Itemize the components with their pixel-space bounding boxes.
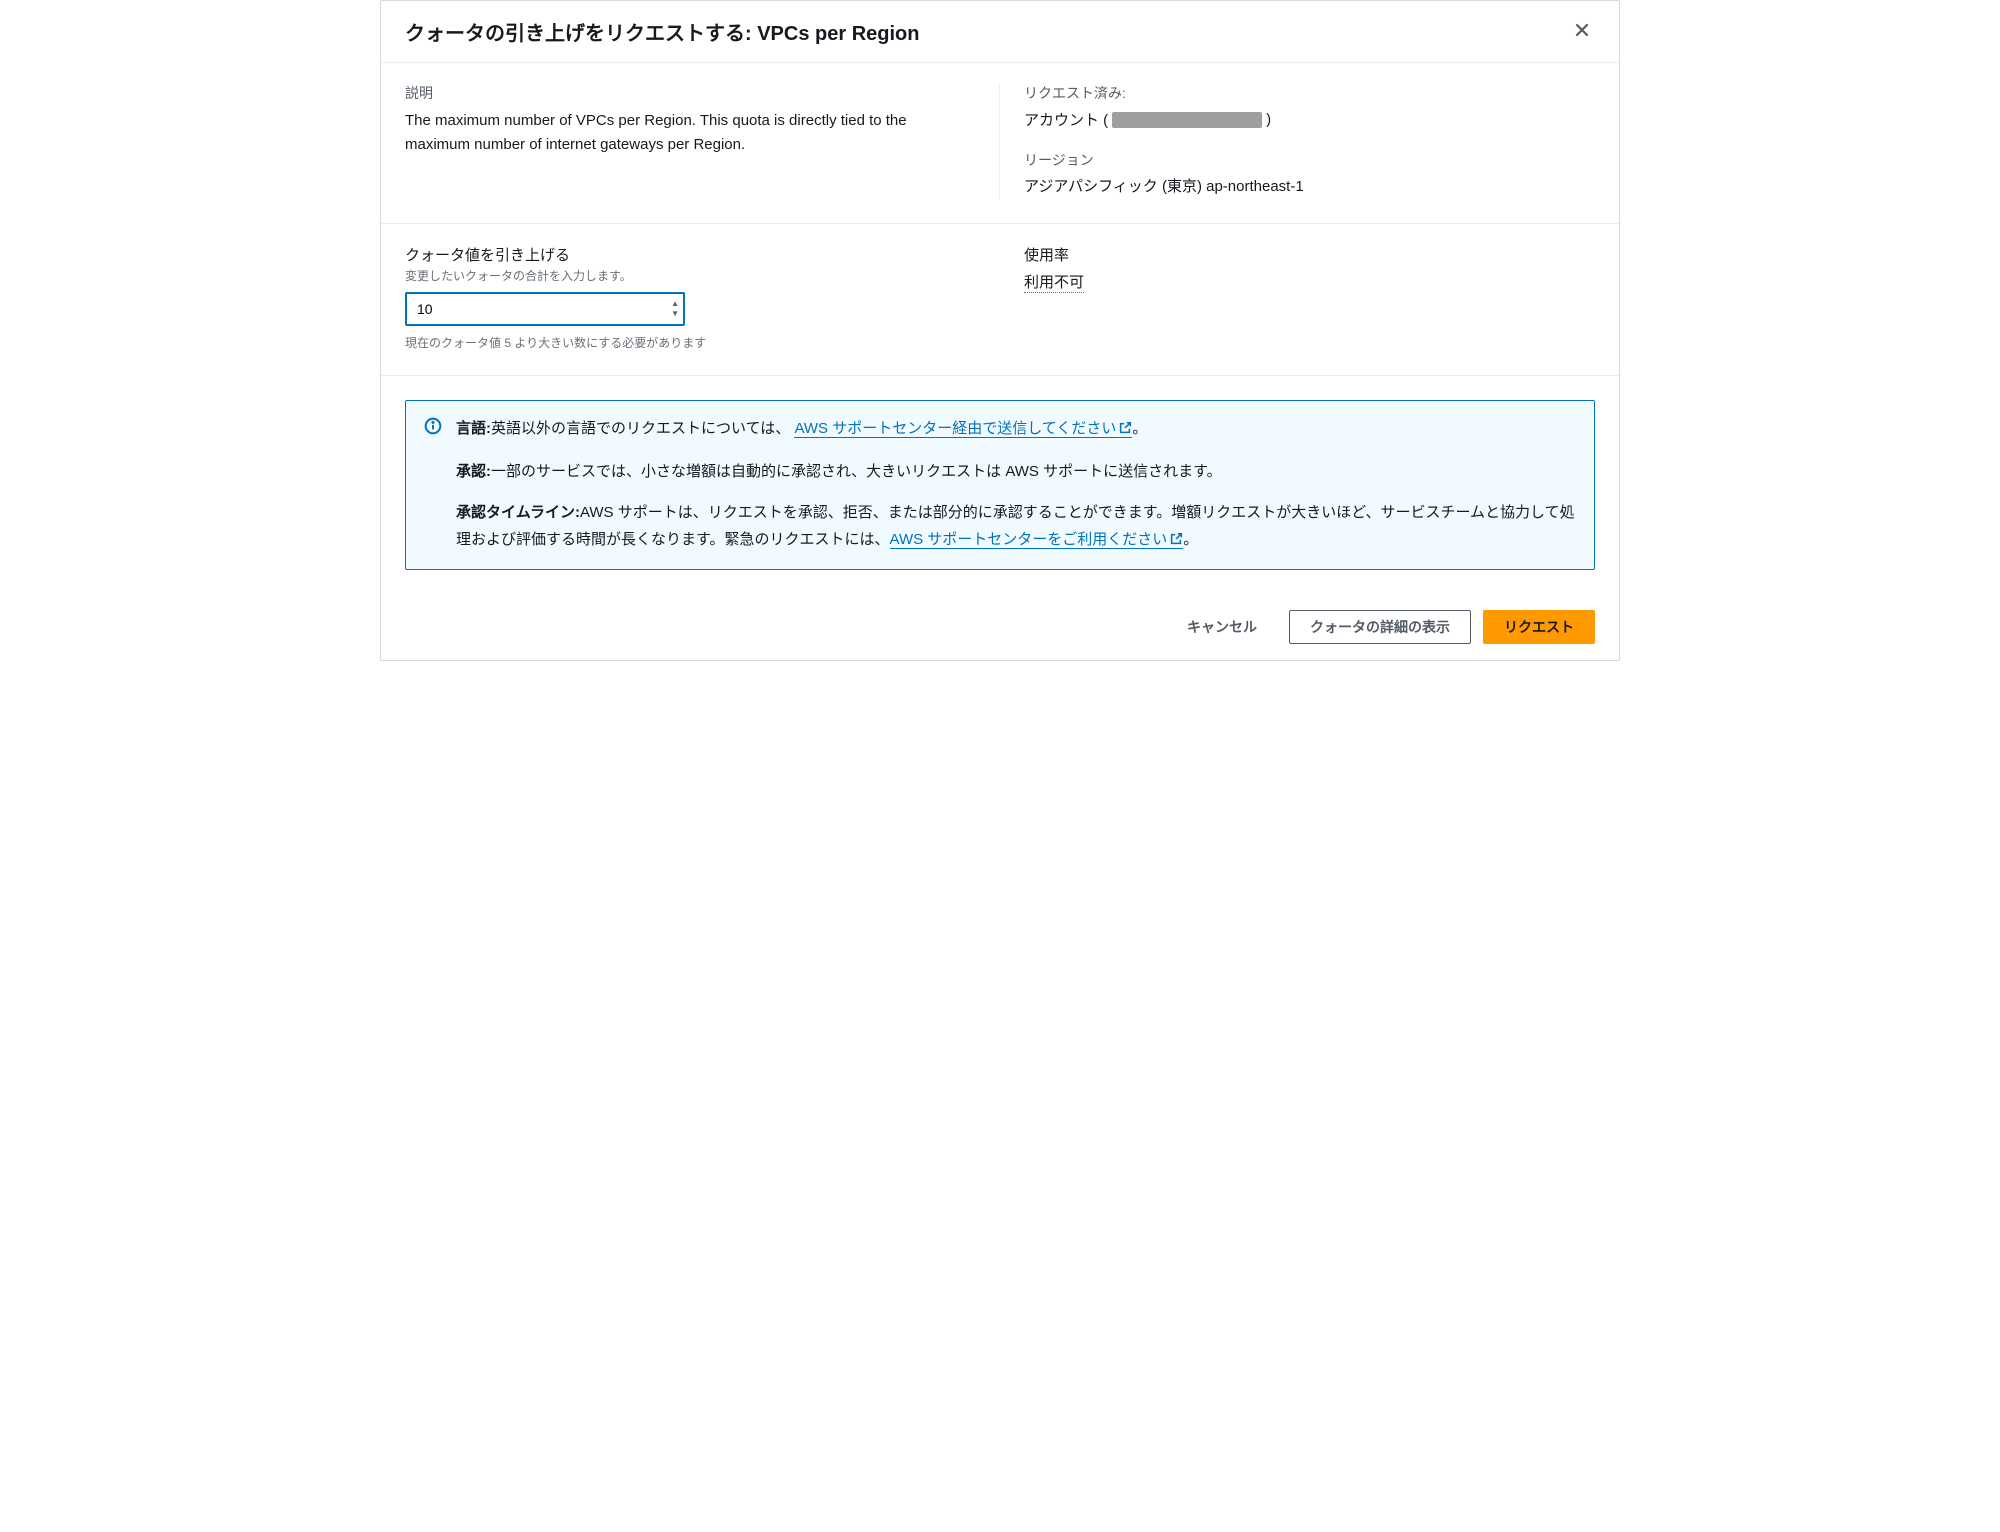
language-text: 英語以外の言語でのリクエストについては、 (491, 420, 790, 437)
modal-title: クォータの引き上げをリクエストする: VPCs per Region (405, 17, 919, 46)
view-details-button[interactable]: クォータの詳細の表示 (1289, 610, 1471, 644)
info-icon (424, 417, 442, 555)
request-meta-column: リクエスト済み: アカウント ( ) リージョン アジアパシフィック (東京) … (1000, 83, 1595, 199)
description-column: 説明 The maximum number of VPCs per Region… (405, 83, 1000, 199)
timeline-notice: 承認タイムライン:AWS サポートは、リクエストを承認、拒否、または部分的に承認… (456, 499, 1576, 555)
support-center-urgent-link[interactable]: AWS サポートセンターをご利用ください (890, 531, 1184, 549)
language-after: 。 (1132, 420, 1147, 437)
info-alert: 言語:英語以外の言語でのリクエストについては、 AWS サポートセンター経由で送… (405, 400, 1595, 570)
quota-value-input[interactable] (405, 292, 685, 326)
quota-request-modal: クォータの引き上げをリクエストする: VPCs per Region 説明 Th… (380, 0, 1620, 661)
modal-header: クォータの引き上げをリクエストする: VPCs per Region (381, 1, 1619, 63)
info-section: 説明 The maximum number of VPCs per Region… (381, 63, 1619, 224)
language-notice: 言語:英語以外の言語でのリクエストについては、 AWS サポートセンター経由で送… (456, 415, 1576, 444)
quota-input-label: クォータ値を引き上げる (405, 244, 976, 265)
external-link-icon (1169, 528, 1183, 555)
info-content: 言語:英語以外の言語でのリクエストについては、 AWS サポートセンター経由で送… (456, 415, 1576, 555)
approval-label: 承認: (456, 463, 491, 480)
usage-label: 使用率 (1024, 244, 1595, 265)
account-prefix: アカウント ( (1024, 109, 1108, 130)
external-link-icon (1118, 417, 1132, 444)
chevron-down-icon: ▼ (671, 310, 679, 318)
account-id-redacted (1112, 112, 1262, 128)
region-label: リージョン (1024, 150, 1595, 170)
quota-input-help: 現在のクォータ値 5 より大きい数にする必要があります (405, 334, 976, 351)
requested-label: リクエスト済み: (1024, 83, 1595, 103)
modal-footer: キャンセル クォータの詳細の表示 リクエスト (381, 594, 1619, 660)
approval-notice: 承認:一部のサービスでは、小さな増額は自動的に承認され、大きいリクエストは AW… (456, 458, 1576, 485)
quota-input-hint: 変更したいクォータの合計を入力します。 (405, 267, 976, 284)
account-suffix: ) (1266, 111, 1271, 128)
chevron-up-icon: ▲ (671, 300, 679, 308)
number-stepper[interactable]: ▲ ▼ (671, 300, 679, 318)
cancel-button[interactable]: キャンセル (1167, 610, 1277, 644)
close-icon (1573, 21, 1591, 42)
usage-value: 利用不可 (1024, 271, 1084, 293)
approval-text: 一部のサービスでは、小さな増額は自動的に承認され、大きいリクエストは AWS サ… (491, 463, 1222, 480)
notice-section: 言語:英語以外の言語でのリクエストについては、 AWS サポートセンター経由で送… (381, 376, 1619, 594)
region-value: アジアパシフィック (東京) ap-northeast-1 (1024, 176, 1595, 199)
support-center-link[interactable]: AWS サポートセンター経由で送信してください (794, 420, 1132, 438)
account-value: アカウント ( ) (1024, 109, 1595, 130)
description-text: The maximum number of VPCs per Region. T… (405, 109, 975, 157)
timeline-after: 。 (1183, 531, 1198, 548)
description-label: 説明 (405, 83, 975, 103)
language-label: 言語: (456, 420, 491, 437)
quota-input-section: クォータ値を引き上げる 変更したいクォータの合計を入力します。 ▲ ▼ 現在のク… (381, 224, 1619, 376)
timeline-label: 承認タイムライン: (456, 504, 580, 521)
close-button[interactable] (1569, 17, 1595, 46)
request-button[interactable]: リクエスト (1483, 610, 1595, 644)
